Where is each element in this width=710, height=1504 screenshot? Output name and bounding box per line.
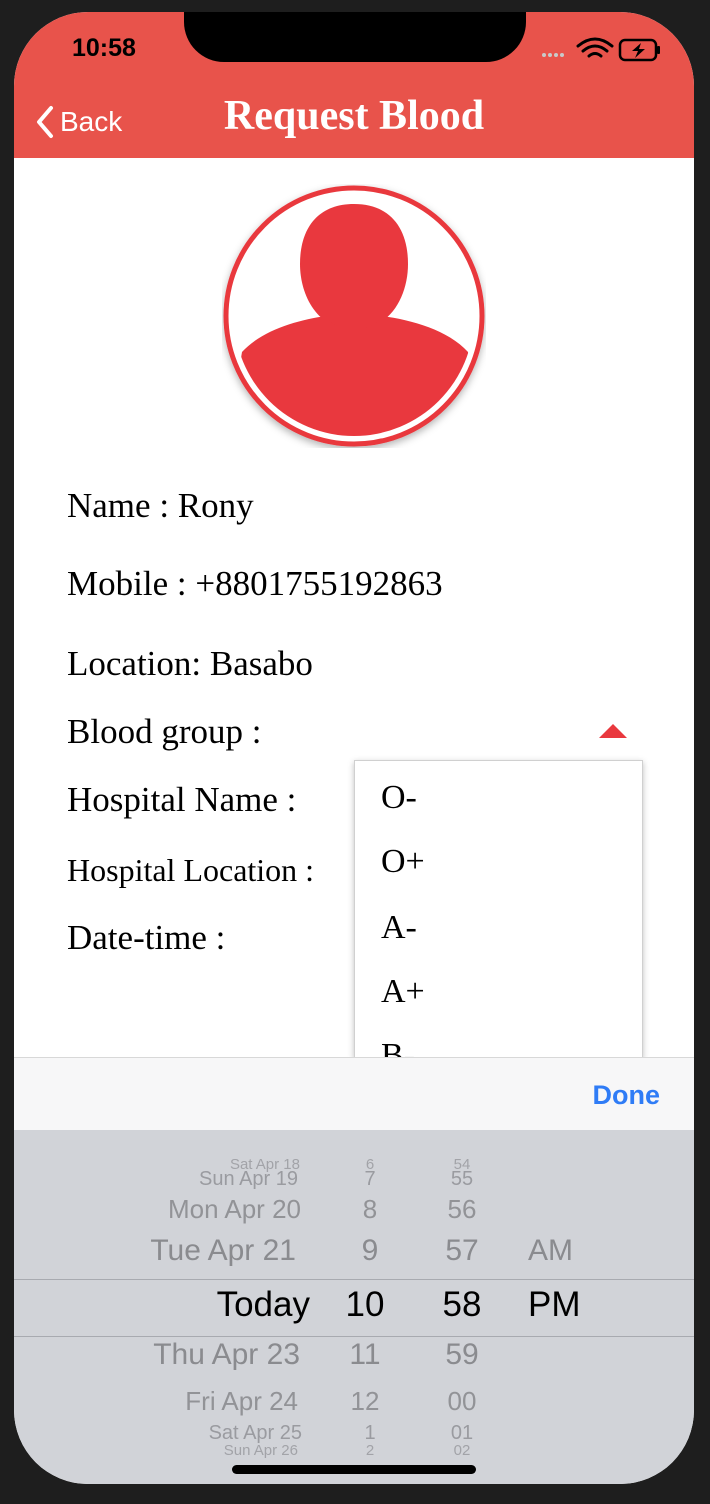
blood-group-option[interactable]: B- <box>381 1037 415 1058</box>
blood-group-option[interactable]: O- <box>381 779 417 817</box>
picker-minute[interactable]: 55 <box>432 1168 492 1191</box>
picker-minute[interactable]: 57 <box>432 1234 492 1268</box>
blood-group-label: Blood group : <box>67 712 262 751</box>
picker-date[interactable]: Thu Apr 23 <box>153 1338 300 1372</box>
hospital-location-label: Hospital Location : <box>67 852 315 888</box>
picker-hour[interactable]: 7 <box>350 1168 390 1191</box>
cellular-signal-icon <box>542 53 564 57</box>
picker-date-selected[interactable]: Today <box>217 1285 310 1325</box>
blood-group-option[interactable]: A- <box>381 909 417 947</box>
blood-group-dropdown[interactable]: O- O+ A- A+ B- <box>354 760 643 1058</box>
picker-hour[interactable]: 11 <box>340 1338 390 1372</box>
phone-screen: 10:58 Back Request Blood Name: Rony Mob… <box>14 12 694 1484</box>
picker-hour[interactable]: 8 <box>350 1194 390 1225</box>
picker-date[interactable]: Mon Apr 20 <box>168 1194 301 1225</box>
user-avatar-icon[interactable] <box>222 184 486 448</box>
wifi-icon <box>576 37 614 58</box>
picker-hour-selected[interactable]: 10 <box>335 1285 395 1325</box>
battery-charging-icon <box>618 38 660 62</box>
page-title: Request Blood <box>223 93 485 139</box>
date-time-label: Date-time : <box>67 918 226 957</box>
nav-header: 10:58 Back Request Blood <box>14 12 694 158</box>
device-notch <box>184 12 526 62</box>
done-button[interactable]: Done <box>593 1080 661 1111</box>
picker-date[interactable]: Fri Apr 24 <box>185 1386 298 1417</box>
home-indicator <box>232 1465 476 1474</box>
location-field: Location: Basabo <box>67 644 313 683</box>
picker-date[interactable]: Sun Apr 19 <box>199 1168 298 1191</box>
picker-hour[interactable]: 2 <box>350 1442 390 1459</box>
name-field: Name : Rony <box>67 486 254 525</box>
picker-date[interactable]: Tue Apr 21 <box>150 1234 296 1268</box>
picker-minute[interactable]: 59 <box>432 1338 492 1372</box>
mobile-field: Mobile : +8801755192863 <box>67 564 443 603</box>
picker-minute-selected[interactable]: 58 <box>427 1285 497 1325</box>
picker-ampm[interactable]: AM <box>528 1234 573 1268</box>
blood-group-option[interactable]: O+ <box>381 843 425 881</box>
picker-hour[interactable]: 12 <box>340 1386 390 1417</box>
picker-ampm-selected[interactable]: PM <box>528 1285 581 1325</box>
blood-group-option[interactable]: A+ <box>381 973 425 1011</box>
dropdown-caret-icon[interactable] <box>599 724 627 738</box>
picker-minute[interactable]: 02 <box>432 1442 492 1459</box>
picker-toolbar: Done <box>14 1057 694 1131</box>
status-icons <box>542 37 660 62</box>
picker-hour[interactable]: 9 <box>350 1234 390 1268</box>
picker-date[interactable]: Sun Apr 26 <box>224 1442 298 1459</box>
picker-minute[interactable]: 00 <box>432 1386 492 1417</box>
status-time: 10:58 <box>72 34 136 62</box>
picker-minute[interactable]: 56 <box>432 1194 492 1225</box>
hospital-name-label: Hospital Name : <box>67 780 297 819</box>
date-time-picker[interactable]: Sat Apr 18 Sun Apr 19 Mon Apr 20 Tue Apr… <box>14 1130 694 1484</box>
